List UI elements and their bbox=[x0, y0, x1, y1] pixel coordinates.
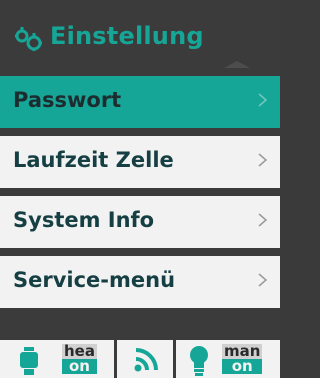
lightbulb-icon bbox=[190, 346, 208, 376]
scroll-up-indicator bbox=[224, 61, 250, 68]
settings-menu: Passwort Laufzeit Zelle System Info Serv… bbox=[0, 76, 280, 316]
light-badge: man on bbox=[222, 344, 263, 374]
chevron-right-icon bbox=[258, 213, 268, 227]
menu-item-service-menu[interactable]: Service-menü bbox=[0, 256, 280, 308]
light-state-text: on bbox=[222, 359, 263, 374]
heating-badge: hea on bbox=[62, 344, 97, 374]
heating-state-text: on bbox=[62, 359, 97, 374]
wireless-icon bbox=[134, 348, 158, 372]
chevron-right-icon bbox=[258, 273, 268, 287]
status-wireless[interactable] bbox=[117, 340, 173, 378]
chevron-right-icon bbox=[258, 93, 268, 107]
menu-item-laufzeit-zelle[interactable]: Laufzeit Zelle bbox=[0, 136, 280, 188]
status-bar: hea on man on bbox=[0, 338, 280, 378]
gears-icon bbox=[15, 27, 42, 51]
menu-item-label: System Info bbox=[13, 208, 155, 232]
settings-screen: Einstellung Passwort Laufzeit Zelle Syst… bbox=[0, 0, 280, 378]
menu-item-passwort[interactable]: Passwort bbox=[0, 76, 280, 128]
menu-item-label: Laufzeit Zelle bbox=[13, 148, 174, 172]
status-light[interactable]: man on bbox=[176, 340, 280, 378]
header-bar: Einstellung bbox=[0, 0, 280, 76]
page-title: Einstellung bbox=[50, 22, 204, 50]
flask-icon bbox=[20, 347, 38, 375]
chevron-right-icon bbox=[258, 153, 268, 167]
menu-item-label: Service-menü bbox=[13, 268, 176, 292]
menu-item-label: Passwort bbox=[13, 88, 122, 112]
status-heating[interactable]: hea on bbox=[0, 340, 114, 378]
menu-item-system-info[interactable]: System Info bbox=[0, 196, 280, 248]
